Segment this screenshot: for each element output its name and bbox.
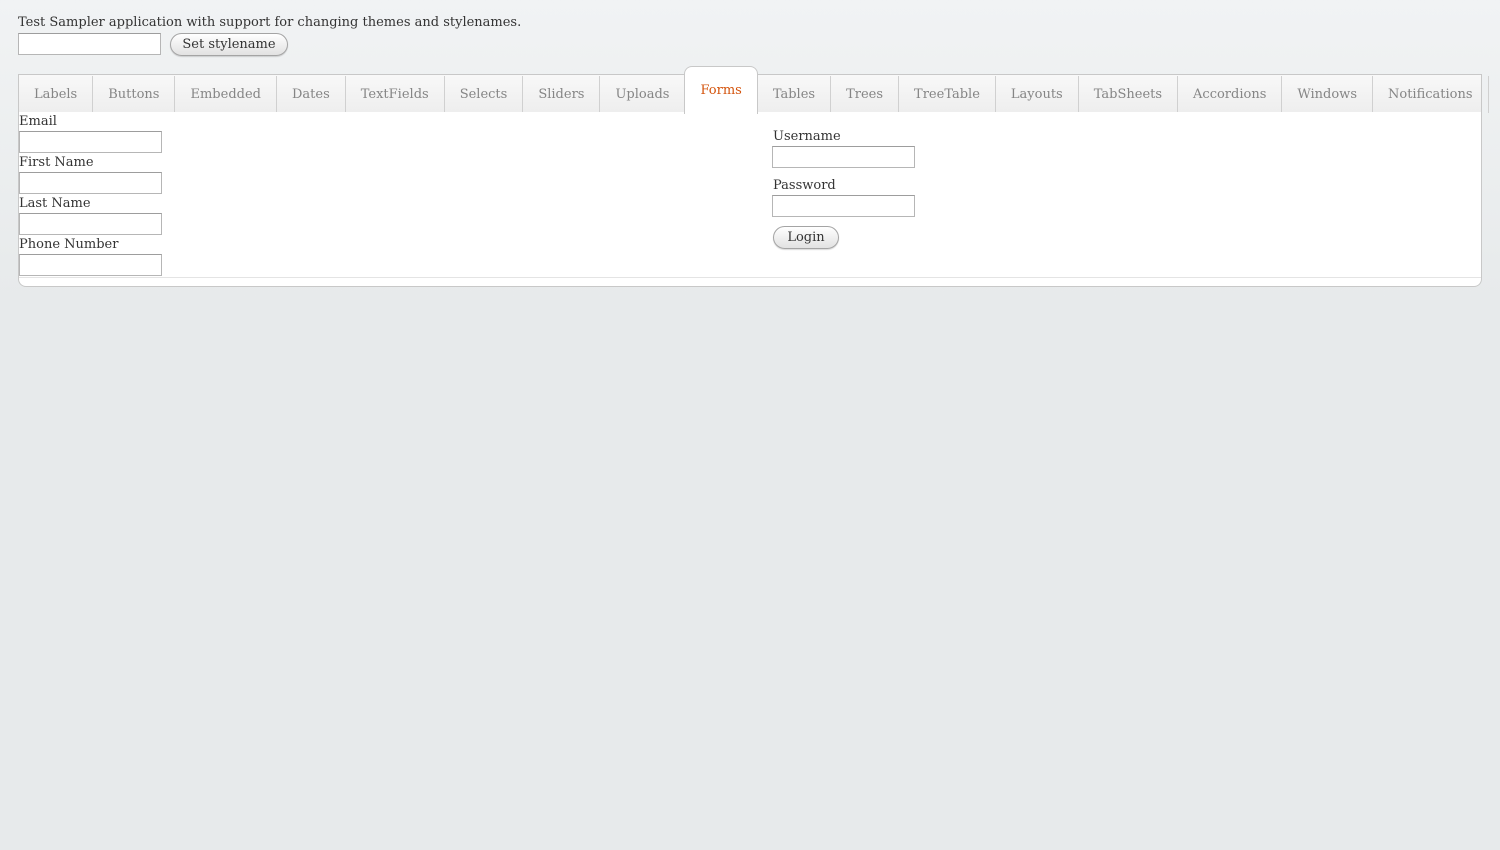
email-label: Email: [19, 114, 57, 129]
login-button[interactable]: Login: [773, 226, 839, 249]
tab-textfields[interactable]: TextFields: [346, 76, 445, 113]
tab-list: Labels Buttons Embedded Dates TextFields…: [19, 66, 1500, 114]
phone-number-field[interactable]: [19, 254, 162, 276]
intro-text: Test Sampler application with support fo…: [18, 15, 522, 30]
tab-sliders[interactable]: Sliders: [523, 76, 601, 113]
tab-content-forms: Email First Name Last Name Phone Number …: [18, 112, 1482, 287]
tabsheet: Labels Buttons Embedded Dates TextFields…: [18, 66, 1489, 287]
password-field[interactable]: [772, 195, 915, 217]
last-name-label: Last Name: [19, 196, 91, 211]
tab-notifications[interactable]: Notifications: [1373, 76, 1489, 113]
tab-bar: Labels Buttons Embedded Dates TextFields…: [18, 66, 1489, 114]
tab-embedded[interactable]: Embedded: [175, 76, 277, 113]
username-field[interactable]: [772, 146, 915, 168]
tab-selects[interactable]: Selects: [445, 76, 524, 113]
password-label: Password: [773, 178, 836, 193]
forms-panel: Email First Name Last Name Phone Number …: [19, 112, 1481, 278]
tab-forms[interactable]: Forms: [684, 66, 758, 114]
email-field[interactable]: [19, 131, 162, 153]
tab-uploads[interactable]: Uploads: [600, 76, 686, 113]
tab-treetable[interactable]: TreeTable: [899, 76, 996, 113]
last-name-field[interactable]: [19, 213, 162, 235]
tab-buttons[interactable]: Buttons: [93, 76, 176, 113]
phone-number-label: Phone Number: [19, 237, 119, 252]
first-name-label: First Name: [19, 155, 94, 170]
tab-dates[interactable]: Dates: [277, 76, 346, 113]
username-label: Username: [773, 129, 841, 144]
tab-trees[interactable]: Trees: [831, 76, 900, 113]
tab-layouts[interactable]: Layouts: [996, 76, 1079, 113]
set-stylename-button[interactable]: Set stylename: [170, 33, 288, 56]
tab-labels[interactable]: Labels: [19, 76, 94, 113]
tab-bar-spacer: [1489, 76, 1500, 113]
first-name-field[interactable]: [19, 172, 162, 194]
tab-tables[interactable]: Tables: [758, 76, 832, 113]
stylename-input[interactable]: [18, 33, 161, 55]
tab-windows[interactable]: Windows: [1282, 76, 1373, 113]
tab-tabsheets[interactable]: TabSheets: [1079, 76, 1179, 113]
tab-accordions[interactable]: Accordions: [1178, 76, 1283, 113]
